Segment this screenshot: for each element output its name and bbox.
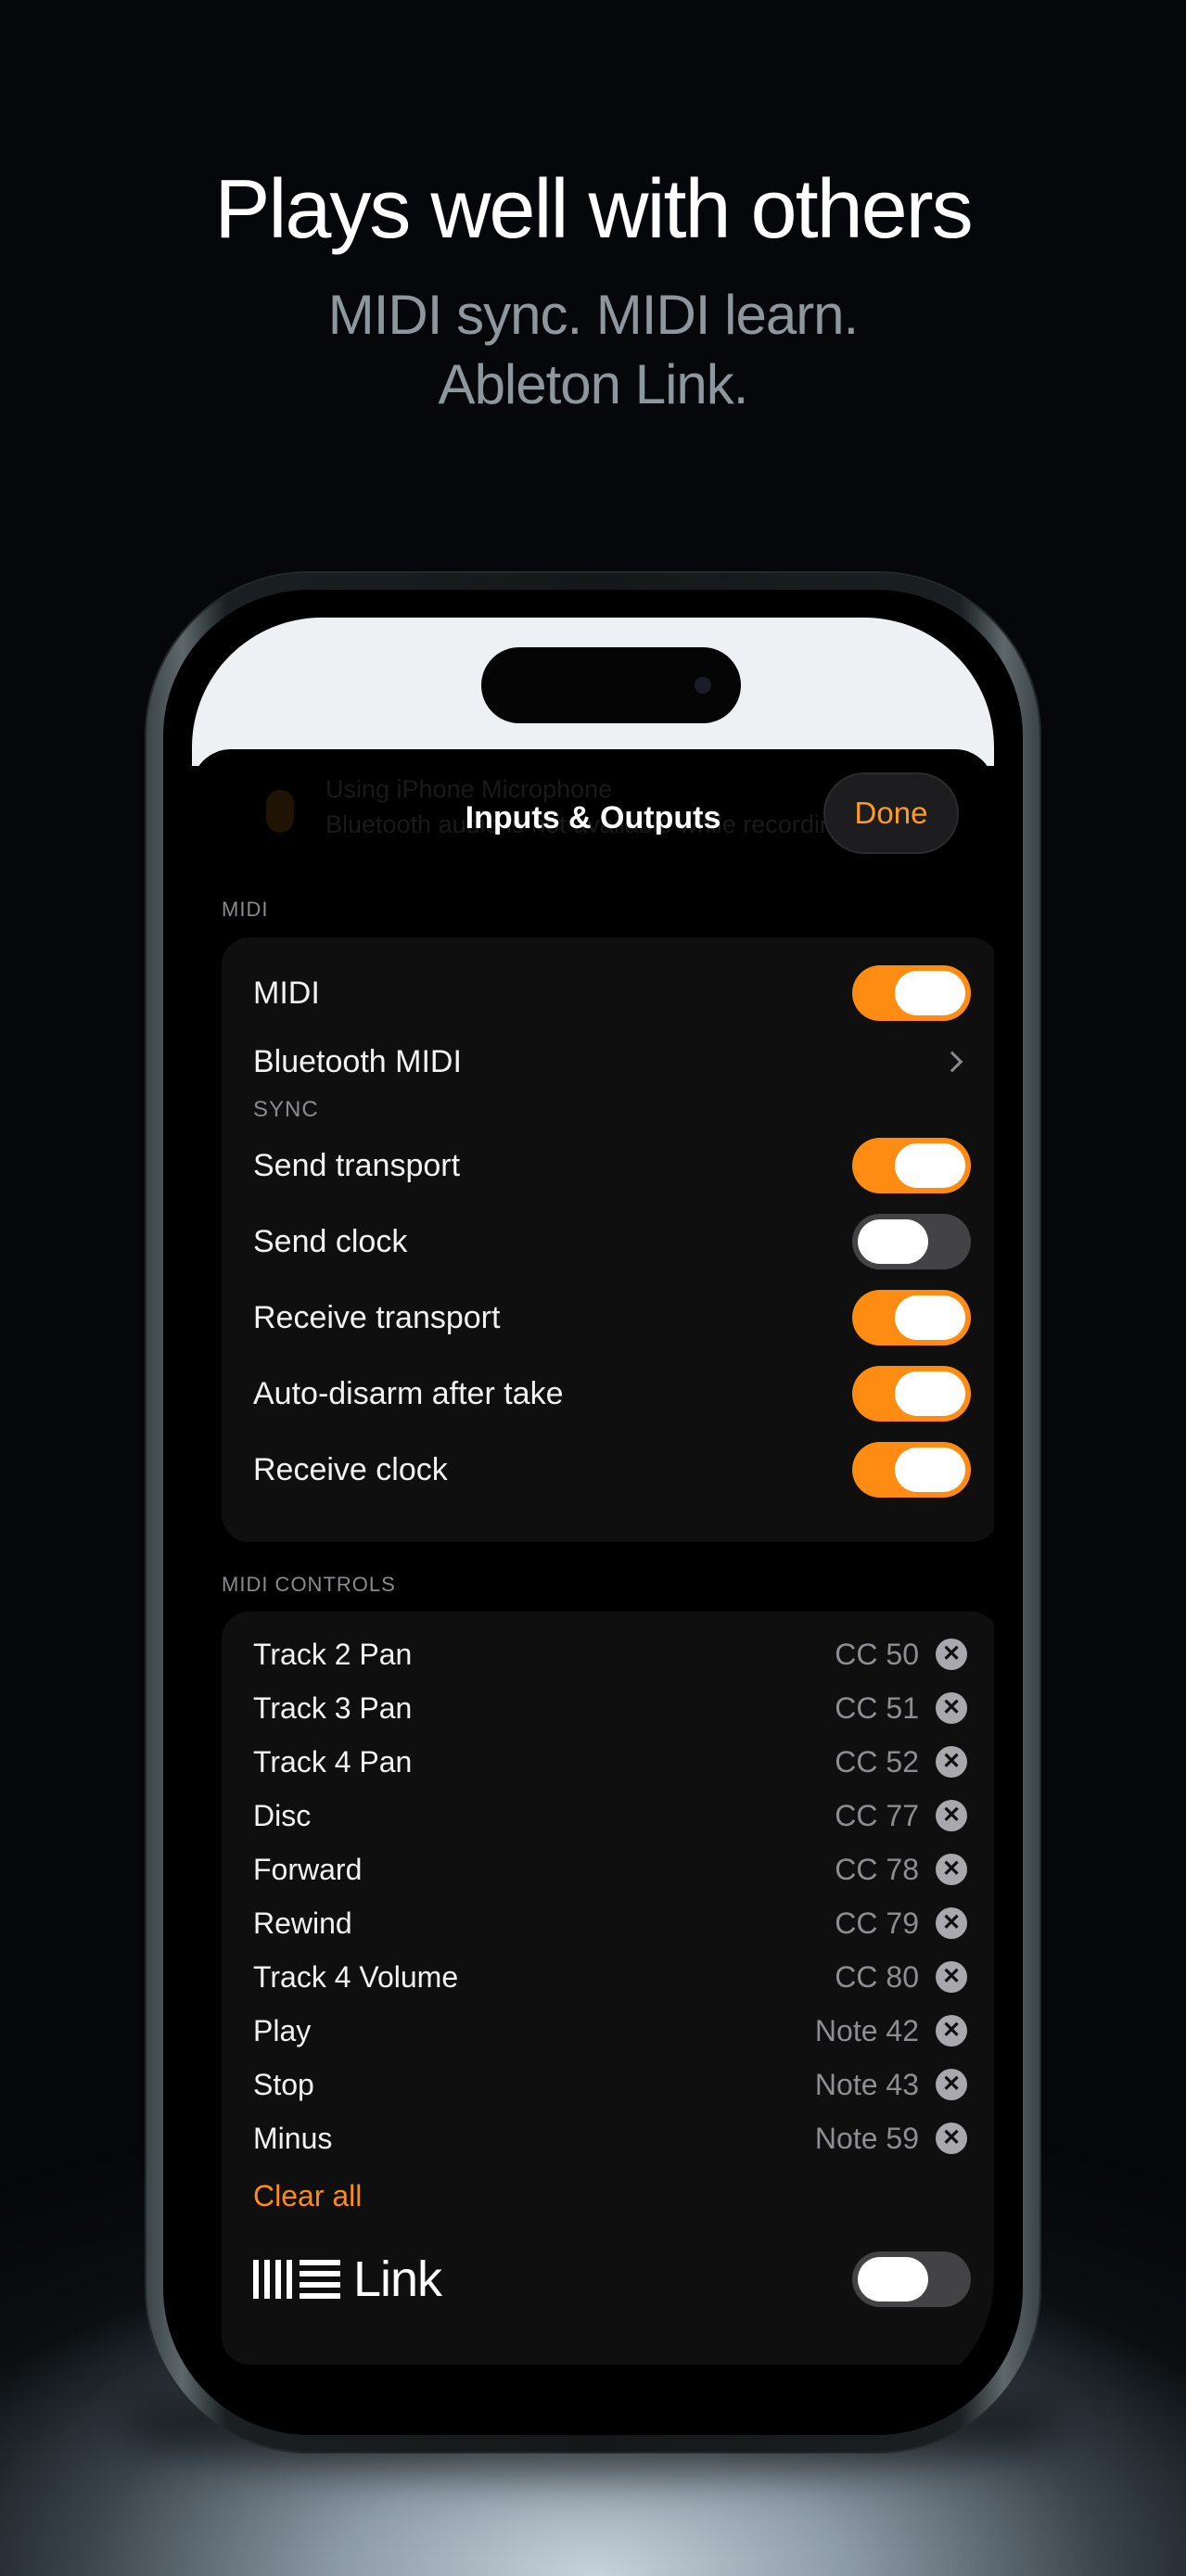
hero-subline-2: Ableton Link. xyxy=(438,353,749,415)
control-name: Track 3 Pan xyxy=(253,1690,413,1725)
auto-disarm-toggle[interactable] xyxy=(852,1366,971,1422)
control-value: CC 50 xyxy=(835,1637,919,1671)
control-value: CC 78 xyxy=(835,1852,919,1886)
done-button[interactable]: Done xyxy=(823,772,959,854)
control-value: Note 59 xyxy=(814,2121,919,2155)
midi-card: MIDI Bluetooth MIDI SYNC Send transport xyxy=(222,937,994,1542)
control-row: Track 4 Pan CC 52 ✕ xyxy=(253,1739,967,1785)
control-value: CC 51 xyxy=(835,1690,919,1725)
receive-transport-toggle[interactable] xyxy=(852,1290,971,1345)
sync-row-receive-transport: Receive transport xyxy=(253,1290,971,1345)
remove-control-icon[interactable]: ✕ xyxy=(936,2123,967,2154)
phone-frame: Using iPhone Microphone Bluetooth audio … xyxy=(147,573,1039,2452)
midi-row: MIDI xyxy=(253,965,971,1021)
sync-row-receive-clock: Receive clock xyxy=(253,1442,971,1498)
settings-sheet: Using iPhone Microphone Bluetooth audio … xyxy=(192,749,994,2407)
control-row: Minus Note 59 ✕ xyxy=(253,2115,967,2162)
control-row: Disc CC 77 ✕ xyxy=(253,1792,967,1839)
sync-label: SYNC xyxy=(253,1097,319,1122)
toggle-knob xyxy=(895,1143,965,1188)
remove-control-icon[interactable]: ✕ xyxy=(936,2069,967,2100)
toggle-knob xyxy=(895,1371,965,1416)
control-name: Track 4 Volume xyxy=(253,1959,459,1994)
control-name: Minus xyxy=(253,2121,333,2155)
ableton-link-logo: Link xyxy=(253,2251,442,2307)
camera-icon xyxy=(695,677,711,694)
control-row: Track 2 Pan CC 50 ✕ xyxy=(253,1631,967,1677)
control-row: Rewind CC 79 ✕ xyxy=(253,1900,967,1946)
control-row: Play Note 42 ✕ xyxy=(253,2008,967,2054)
control-name: Rewind xyxy=(253,1906,352,1940)
control-name: Forward xyxy=(253,1852,363,1886)
control-row: Track 3 Pan CC 51 ✕ xyxy=(253,1685,967,1731)
control-row: Forward CC 78 ✕ xyxy=(253,1846,967,1893)
sync-row-label: Send transport xyxy=(253,1147,461,1183)
phone-bezel: Using iPhone Microphone Bluetooth audio … xyxy=(163,590,1023,2435)
hero-headline: Plays well with others xyxy=(214,163,973,256)
midi-toggle[interactable] xyxy=(852,965,971,1021)
midi-controls-card: Track 2 Pan CC 50 ✕ Track 3 Pan CC 51 ✕ … xyxy=(222,1612,994,2365)
link-label: Link xyxy=(353,2251,442,2307)
sync-row-label: Receive transport xyxy=(253,1299,501,1335)
remove-control-icon[interactable]: ✕ xyxy=(936,1746,967,1778)
control-value: CC 80 xyxy=(835,1959,919,1994)
receive-clock-toggle[interactable] xyxy=(852,1442,971,1498)
control-row: Track 4 Volume CC 80 ✕ xyxy=(253,1954,967,2000)
remove-control-icon[interactable]: ✕ xyxy=(936,1692,967,1724)
sync-row-label: Send clock xyxy=(253,1223,408,1259)
sync-row-auto-disarm: Auto-disarm after take xyxy=(253,1366,971,1422)
toggle-knob xyxy=(858,1219,928,1264)
sync-row-send-transport: Send transport xyxy=(253,1138,971,1193)
send-transport-toggle[interactable] xyxy=(852,1138,971,1193)
control-name: Disc xyxy=(253,1798,312,1832)
hero-subline-1: MIDI sync. MIDI learn. xyxy=(327,284,859,346)
section-label-midi: MIDI xyxy=(222,898,269,921)
phone-screen: Using iPhone Microphone Bluetooth audio … xyxy=(192,618,994,2407)
control-value: CC 77 xyxy=(835,1798,919,1832)
control-value: CC 52 xyxy=(835,1744,919,1779)
remove-control-icon[interactable]: ✕ xyxy=(936,1639,967,1670)
control-row: Stop Note 43 ✕ xyxy=(253,2061,967,2108)
midi-label: MIDI xyxy=(253,975,320,1011)
chevron-right-icon xyxy=(941,1051,963,1073)
sync-header: SYNC xyxy=(253,1091,971,1129)
dynamic-island xyxy=(481,647,741,723)
remove-control-icon[interactable]: ✕ xyxy=(936,1800,967,1831)
toggle-knob xyxy=(895,1295,965,1340)
control-value: CC 79 xyxy=(835,1906,919,1940)
remove-control-icon[interactable]: ✕ xyxy=(936,2015,967,2047)
control-value: Note 42 xyxy=(814,2013,919,2047)
clear-all-button[interactable]: Clear all xyxy=(253,2179,362,2213)
send-clock-toggle[interactable] xyxy=(852,1214,971,1269)
sync-row-send-clock: Send clock xyxy=(253,1214,971,1269)
bluetooth-midi-row[interactable]: Bluetooth MIDI xyxy=(253,1034,971,1090)
toggle-knob xyxy=(895,971,965,1015)
control-name: Stop xyxy=(253,2067,314,2101)
toggle-knob xyxy=(858,2257,928,2302)
bluetooth-midi-label: Bluetooth MIDI xyxy=(253,1043,462,1079)
remove-control-icon[interactable]: ✕ xyxy=(936,1907,967,1939)
control-name: Play xyxy=(253,2013,312,2047)
section-label-midi-controls: MIDI CONTROLS xyxy=(222,1573,396,1596)
ableton-link-toggle[interactable] xyxy=(852,2251,971,2307)
control-value: Note 43 xyxy=(814,2067,919,2101)
sync-row-label: Auto-disarm after take xyxy=(253,1375,564,1411)
control-name: Track 4 Pan xyxy=(253,1744,413,1779)
control-name: Track 2 Pan xyxy=(253,1637,413,1671)
toggle-knob xyxy=(895,1447,965,1492)
remove-control-icon[interactable]: ✕ xyxy=(936,1854,967,1885)
remove-control-icon[interactable]: ✕ xyxy=(936,1961,967,1993)
sync-row-label: Receive clock xyxy=(253,1451,448,1487)
link-bars-icon xyxy=(253,2260,340,2299)
